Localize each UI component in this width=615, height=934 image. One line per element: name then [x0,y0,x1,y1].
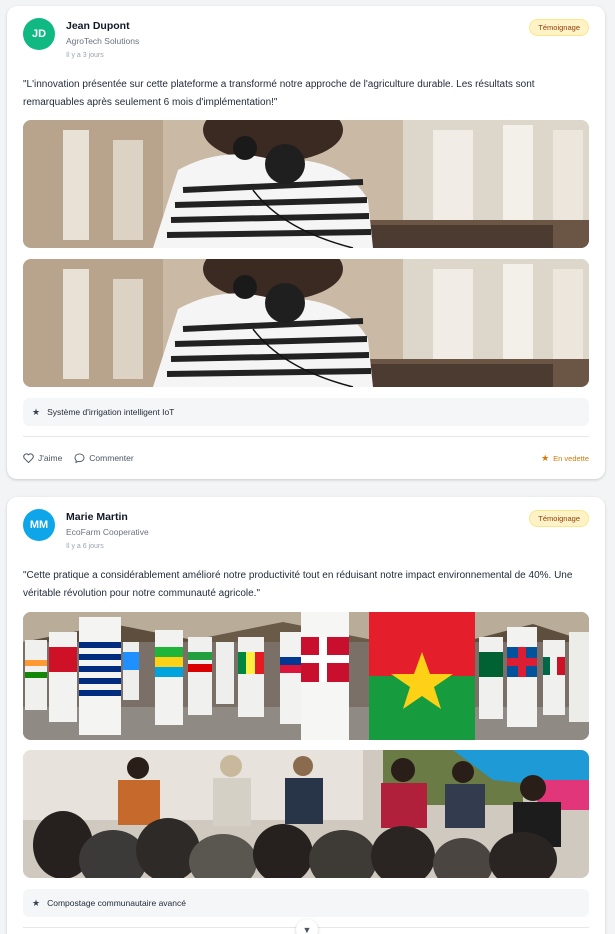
chevron-down-icon: ▼ [302,925,312,934]
author-company: AgroTech Solutions [66,36,140,46]
scroll-down-button[interactable]: ▼ [296,919,318,934]
post-image[interactable] [23,750,589,878]
comment-label: Commenter [89,453,134,463]
heart-icon [23,453,34,463]
avatar[interactable]: MM [23,509,55,541]
practice-tag[interactable]: ★ Compostage communautaire avancé [23,889,589,917]
star-icon: ★ [32,406,41,417]
post-image[interactable] [23,120,589,248]
star-icon: ★ [32,897,41,908]
post-quote: "L'innovation présentée sur cette platef… [23,79,535,108]
author-company: EcoFarm Cooperative [66,527,149,537]
comment-icon [74,453,85,463]
like-label: J'aime [38,453,63,463]
author-name[interactable]: Marie Martin [66,511,128,523]
post-quote: "Cette pratique a considérablement améli… [23,570,573,599]
divider [23,436,589,437]
post-timestamp: Il y a 3 jours [66,52,104,59]
avatar[interactable]: JD [23,18,55,50]
post-actions: J'aime Commenter ★ En vedette [23,450,589,466]
post-image[interactable] [23,612,589,740]
practice-tag-label: Système d'irrigation intelligent IoT [47,407,175,417]
practice-tag[interactable]: ★ Système d'irrigation intelligent IoT [23,398,589,426]
post-timestamp: Il y a 6 jours [66,543,104,550]
featured-label: En vedette [553,453,589,463]
practice-tag-label: Compostage communautaire avancé [47,898,186,908]
post-card: MM Marie Martin EcoFarm Cooperative Il y… [7,497,605,934]
featured-indicator: ★ En vedette [541,453,589,464]
testimonial-badge: Témoignage [529,19,589,36]
author-name[interactable]: Jean Dupont [66,20,130,32]
like-button[interactable]: J'aime [23,453,62,463]
post-card: JD Jean Dupont AgroTech Solutions Il y a… [7,6,605,479]
star-icon: ★ [541,452,550,463]
post-image[interactable] [23,259,589,387]
comment-button[interactable]: Commenter [74,453,134,463]
testimonial-badge: Témoignage [529,510,589,527]
